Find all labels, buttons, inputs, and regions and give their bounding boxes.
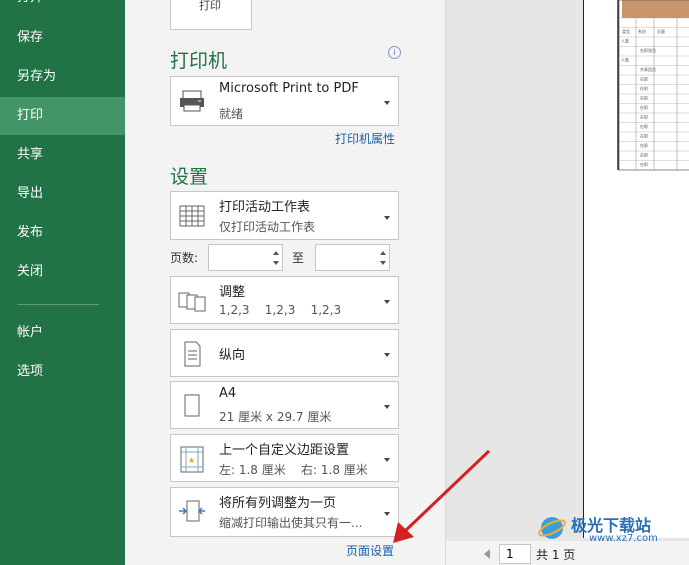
- preview-cell-text: 在职: [640, 123, 648, 129]
- nav-options[interactable]: 选项: [0, 353, 125, 391]
- chevron-down-icon: [384, 512, 390, 516]
- spin-down-icon[interactable]: [273, 261, 279, 265]
- preview-cell-text: 类型: [622, 28, 630, 34]
- backstage-sidebar: 打开 保存 另存为 打印 共享 导出 发布 关闭 帐户 选项: [0, 0, 125, 565]
- print-scope-label: 打印活动工作表: [219, 200, 311, 215]
- collate-label: 调整: [219, 285, 246, 300]
- scaling-desc: 缩减打印输出使其只有一...: [219, 516, 363, 530]
- margins-desc: 左: 1.8 厘米 右: 1.8 厘米: [219, 463, 368, 477]
- preview-cell-text: 在职: [640, 76, 648, 82]
- collate-dropdown[interactable]: 调整 1,2,3 1,2,3 1,2,3: [170, 276, 399, 324]
- previous-page-icon[interactable]: [484, 549, 490, 559]
- spin-down-icon[interactable]: [380, 261, 386, 265]
- preview-cell-text: 在职: [640, 95, 648, 101]
- info-icon[interactable]: i: [388, 46, 401, 59]
- nav-save-as[interactable]: 另存为: [0, 58, 125, 96]
- print-button[interactable]: 打印: [170, 0, 252, 30]
- pages-label: 页数:: [170, 251, 199, 265]
- print-button-label: 打印: [199, 0, 221, 12]
- pages-to-input[interactable]: [315, 244, 390, 271]
- scaling-dropdown[interactable]: 将所有列调整为一页 缩减打印输出使其只有一...: [170, 487, 399, 537]
- preview-cell-text: 人数: [621, 38, 629, 44]
- sheet-grid-icon: [179, 205, 205, 227]
- print-settings-panel: 打印 打印机 i Microsoft Print to PDF 就绪 打印机属性…: [125, 0, 445, 565]
- preview-cell-text: 在职: [640, 114, 648, 120]
- preview-row-markers: [617, 0, 619, 170]
- settings-section-title: 设置: [170, 166, 209, 188]
- preview-cell-text: 人数: [621, 57, 629, 63]
- scaling-label: 将所有列调整为一页: [219, 496, 337, 511]
- printer-properties-link[interactable]: 打印机属性: [335, 130, 395, 147]
- chevron-down-icon: [384, 101, 390, 105]
- nav-account[interactable]: 帐户: [0, 314, 125, 352]
- preview-cell-text: 在职: [640, 161, 648, 167]
- paper-size-desc: 21 厘米 x 29.7 厘米: [219, 410, 332, 424]
- nav-share[interactable]: 共享: [0, 136, 125, 174]
- preview-cell-text: 在职: [640, 142, 648, 148]
- current-page-input[interactable]: 1: [499, 544, 531, 564]
- chevron-down-icon: [384, 300, 390, 304]
- paper-icon: [184, 394, 200, 417]
- collate-desc: 1,2,3 1,2,3 1,2,3: [219, 303, 342, 317]
- print-scope-desc: 仅打印活动工作表: [219, 220, 316, 234]
- print-scope-dropdown[interactable]: 打印活动工作表 仅打印活动工作表: [170, 191, 399, 240]
- preview-cell-text: 系别: [638, 28, 646, 34]
- printer-section-title: 打印机: [170, 50, 228, 72]
- paper-size-label: A4: [219, 386, 237, 401]
- nav-save[interactable]: 保存: [0, 19, 125, 57]
- preview-cell-text: 在职: [640, 85, 648, 91]
- nav-print[interactable]: 打印: [0, 97, 125, 135]
- preview-page: 类型 系别 总量 人数 在职党员 人数 共青团员 在职 在职 在职 在职 在职 在职 在职 在职 在职 在职: [583, 0, 689, 538]
- watermark-logo: 极光下载站 www.xz7.com: [537, 509, 687, 549]
- fit-columns-icon: [179, 500, 205, 522]
- chevron-down-icon: [384, 353, 390, 357]
- spin-up-icon[interactable]: [380, 251, 386, 255]
- nav-open[interactable]: 打开: [0, 0, 125, 17]
- preview-cell-text: 在职: [640, 133, 648, 139]
- spin-up-icon[interactable]: [273, 251, 279, 255]
- margins-icon: ★: [180, 446, 204, 473]
- chevron-down-icon: [384, 215, 390, 220]
- chevron-down-icon: [384, 405, 390, 409]
- paper-size-dropdown[interactable]: A4 21 厘米 x 29.7 厘米: [170, 381, 399, 429]
- margins-dropdown[interactable]: ★ 上一个自定义边距设置 左: 1.8 厘米 右: 1.8 厘米: [170, 434, 399, 482]
- preview-cell-text: 共青团员: [640, 66, 656, 72]
- portrait-page-icon: [184, 341, 201, 367]
- printer-name: Microsoft Print to PDF: [219, 81, 359, 96]
- orientation-label: 纵向: [219, 348, 246, 363]
- printer-status: 就绪: [219, 107, 244, 121]
- watermark-globe-icon: [538, 517, 566, 539]
- preview-cell-text: 在职党员: [640, 47, 656, 53]
- page-setup-link[interactable]: 页面设置: [346, 542, 394, 559]
- svg-text:★: ★: [188, 456, 195, 465]
- nav-export[interactable]: 导出: [0, 175, 125, 213]
- collate-pages-icon: [178, 292, 206, 312]
- printer-icon: [180, 90, 204, 112]
- watermark-url: www.xz7.com: [589, 533, 658, 544]
- pages-to-label: 至: [292, 251, 305, 265]
- chevron-down-icon: [384, 458, 390, 462]
- preview-cell-text: 总量: [657, 28, 665, 34]
- printer-dropdown[interactable]: Microsoft Print to PDF 就绪: [170, 76, 399, 126]
- margins-label: 上一个自定义边距设置: [219, 443, 350, 458]
- nav-close[interactable]: 关闭: [0, 253, 125, 291]
- preview-cell-text: 在职: [640, 152, 648, 158]
- preview-cell-text: 在职: [640, 104, 648, 110]
- sidebar-separator: [17, 304, 99, 305]
- pages-from-input[interactable]: [208, 244, 283, 271]
- orientation-dropdown[interactable]: 纵向: [170, 329, 399, 377]
- nav-publish[interactable]: 发布: [0, 214, 125, 252]
